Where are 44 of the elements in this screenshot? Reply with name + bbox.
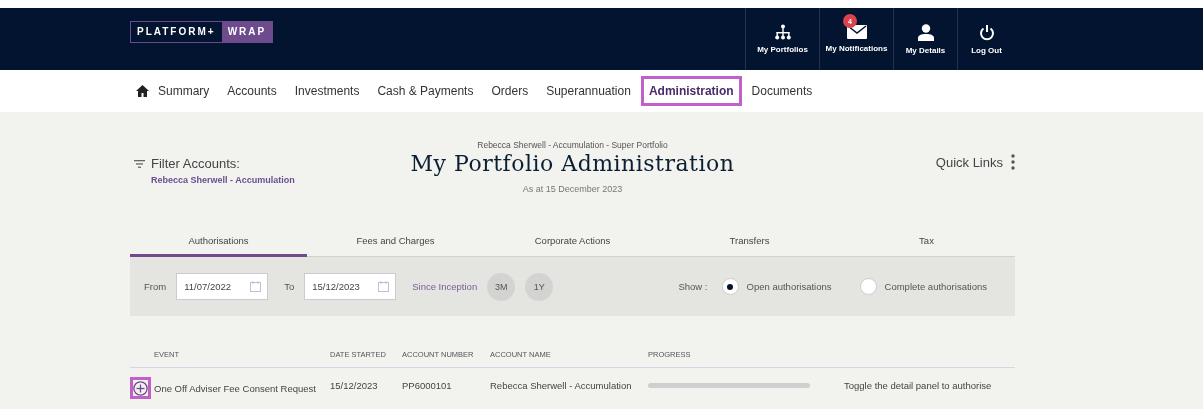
hierarchy-icon (773, 24, 792, 40)
date-field[interactable]: 15/12/2023 (304, 273, 397, 300)
from-label: From (144, 281, 167, 292)
nav-link[interactable]: Investments (286, 76, 368, 106)
since-inception-link[interactable]: Since Inception (412, 281, 478, 292)
period-button[interactable]: 1Y (525, 272, 554, 301)
nav-link[interactable]: Documents (743, 76, 821, 106)
nav-link[interactable]: Superannuation (538, 76, 639, 106)
portfolio-subtitle: Rebecca Sherwell - Accumulation - Super Portfolio (477, 140, 668, 150)
tab[interactable]: Corporate Actions (484, 228, 661, 257)
table-cell: One Off Adviser Fee Consent Request (154, 382, 316, 394)
home-icon[interactable] (136, 85, 149, 97)
as-at-date: As at 15 December 2023 (522, 184, 623, 194)
date-field[interactable]: 11/07/2022 (176, 273, 269, 300)
power-icon (978, 23, 995, 41)
table-cell-text: Toggle the detail panel to authorise (844, 380, 993, 391)
table-cell-text: 15/12/2023 (330, 380, 379, 391)
envelope-icon (846, 25, 867, 39)
tab[interactable]: Fees and Charges (307, 228, 484, 257)
table-cell-text: Rebecca Sherwell - Accumulation (490, 380, 633, 391)
radio-label: Complete authorisations (884, 281, 987, 292)
nav-link[interactable]: Orders (483, 76, 537, 106)
page-title: My Portfolio Administration (410, 151, 735, 176)
expand-button[interactable] (130, 377, 151, 399)
quick-links-button[interactable]: Quick Links (935, 154, 1003, 170)
nav-link[interactable]: Cash & Payments (369, 76, 482, 106)
account-filter-link[interactable]: Rebecca Sherwell - Accumulation (151, 175, 411, 185)
to-label: To (284, 281, 295, 292)
nav-link[interactable]: Summary (150, 76, 218, 106)
table-cell-text: PP6000101 (402, 380, 453, 391)
radio-button[interactable] (721, 278, 739, 295)
tab[interactable]: Transfers (661, 228, 838, 257)
filter-label: Filter Accounts: (151, 156, 240, 171)
nav-link[interactable]: Accounts (219, 76, 285, 106)
period-button[interactable]: 3M (487, 272, 516, 301)
show-label: Show : (678, 281, 708, 292)
more-icon[interactable] (1011, 154, 1015, 170)
radio-label: Open authorisations (746, 281, 832, 292)
radio-button[interactable] (859, 278, 877, 295)
filter-icon[interactable] (134, 159, 145, 168)
nav-link[interactable]: Administration (640, 76, 742, 106)
logo[interactable]: PLATFORM+ WRAP (130, 21, 274, 43)
tab[interactable]: Tax (838, 228, 1015, 257)
person-icon (916, 23, 935, 41)
